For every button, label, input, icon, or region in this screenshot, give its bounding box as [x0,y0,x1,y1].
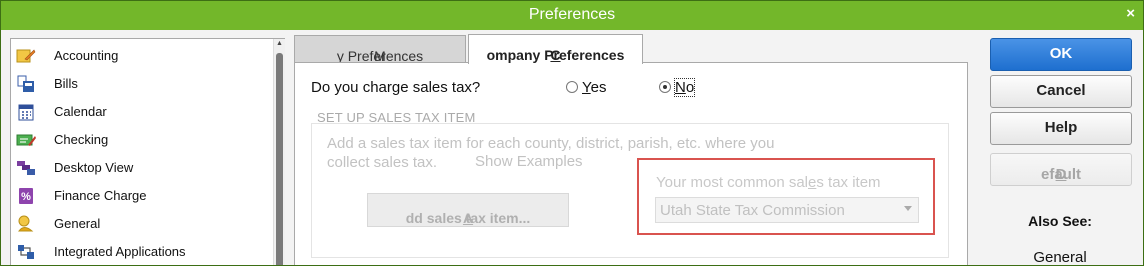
sidebar-item-label: Desktop View [54,160,134,175]
scrollbar-thumb[interactable] [276,53,283,265]
preferences-category-list: Accounting Bills Calendar Checking Deskt… [10,38,285,265]
svg-text:%: % [21,191,31,203]
tab-my-preferences[interactable]: My Preferences [294,35,466,64]
sidebar-item-label: Calendar [54,104,107,119]
default-button[interactable]: Default [990,153,1132,186]
show-examples-link[interactable]: Show Examples [475,153,583,170]
yes-radio[interactable]: Yes [566,79,616,97]
common-tax-item-dropdown[interactable]: Utah State Tax Commission [655,197,919,223]
desktop-view-icon [17,161,35,175]
also-see-label: Also See: [1028,213,1092,229]
scroll-up-icon[interactable]: ▲ [275,40,284,49]
sidebar-item-finance-charge[interactable]: % Finance Charge [11,182,273,210]
company-preferences-panel: Do you charge sales tax? Yes No SET UP S… [294,62,968,265]
cancel-button[interactable]: Cancel [990,75,1132,108]
window-title: Preferences [528,6,616,23]
sidebar-item-label: Bills [54,76,78,91]
yes-label: Yes [582,79,607,96]
dropdown-value: Utah State Tax Commission [660,202,845,219]
sidebar-item-label: Finance Charge [54,188,147,203]
sidebar-item-accounting[interactable]: Accounting [11,42,273,70]
preferences-window: Preferences × Accounting Bills Calendar … [0,0,1144,266]
sidebar-scrollbar[interactable]: ▲ [273,39,285,265]
sidebar-item-label: Integrated Applications [54,244,186,259]
calendar-icon [18,104,34,121]
sales-tax-question: Do you charge sales tax? [311,79,481,96]
sidebar-item-desktop-view[interactable]: Desktop View [11,154,273,182]
bills-icon [17,75,34,92]
general-icon [18,215,34,232]
integrated-applications-icon [18,245,34,259]
title-bar: Preferences × [1,1,1143,30]
common-tax-item-label: Your most common sales tax item [656,174,881,191]
sidebar-item-general[interactable]: General [11,210,273,238]
ok-button[interactable]: OK [990,38,1132,71]
accounting-icon [16,49,36,63]
radio-selected-icon [659,81,671,93]
sidebar-item-calendar[interactable]: Calendar [11,98,273,126]
checking-icon [16,134,36,146]
sidebar-item-label: General [54,216,101,231]
sidebar-item-label: Checking [54,132,109,147]
chevron-down-icon [904,206,912,211]
tab-company-preferences[interactable]: Company Preferences [468,34,643,64]
no-radio[interactable]: No [659,78,709,97]
sidebar-item-checking[interactable]: Checking [11,126,273,154]
sidebar-item-bills[interactable]: Bills [11,70,273,98]
close-icon[interactable]: × [1126,5,1135,22]
also-see-general-link[interactable]: General [990,249,1130,265]
radio-unselected-icon [566,81,578,93]
sidebar-item-label: Accounting [54,48,119,63]
sidebar-item-integrated-applications[interactable]: Integrated Applications [11,238,273,265]
add-sales-tax-item-button[interactable]: Add sales tax item... [367,193,569,227]
help-button[interactable]: Help [990,112,1132,145]
finance-charge-icon: % [19,188,33,204]
no-label: No [673,78,696,97]
